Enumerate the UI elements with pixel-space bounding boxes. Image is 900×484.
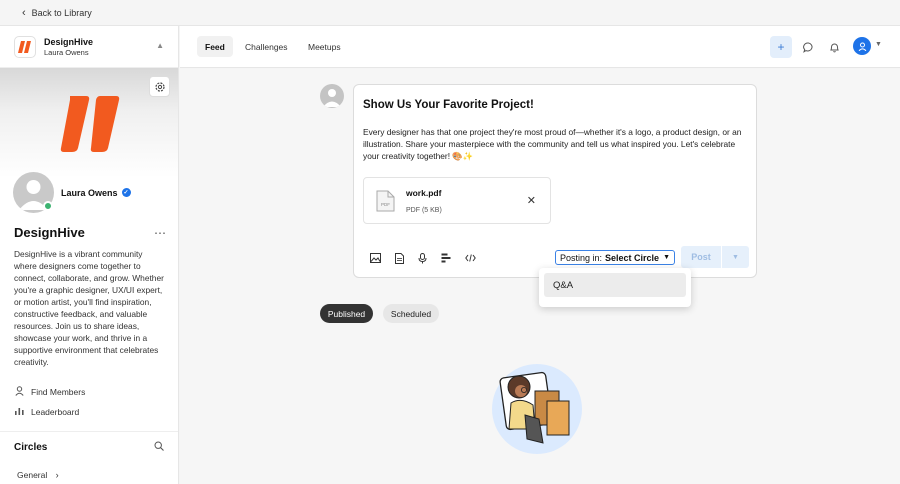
image-icon[interactable] xyxy=(368,251,382,265)
community-switcher[interactable]: DesignHive Laura Owens ▲ xyxy=(0,26,178,68)
sidebar: DesignHive Laura Owens ▲ Laura Owens ✓ D… xyxy=(0,26,179,484)
settings-button[interactable] xyxy=(149,76,170,97)
poll-icon[interactable] xyxy=(439,251,453,265)
empty-state-illustration xyxy=(492,364,582,454)
chevron-down-icon: ▼ xyxy=(663,254,670,261)
top-header: Feed Challenges Meetups + ▼ xyxy=(180,26,900,68)
messages-button[interactable] xyxy=(797,36,819,58)
post-button[interactable]: Post xyxy=(681,246,721,268)
microphone-icon[interactable] xyxy=(415,251,429,265)
circles-title: Circles xyxy=(14,442,48,453)
search-icon[interactable] xyxy=(154,440,164,454)
back-to-library-link[interactable]: ‹ Back to Library xyxy=(0,0,900,26)
chevron-down-icon[interactable]: ▼ xyxy=(875,41,882,48)
chevron-down-icon: ▼ xyxy=(732,253,739,261)
user-icon xyxy=(858,42,866,51)
gear-icon xyxy=(154,81,165,92)
verified-icon: ✓ xyxy=(121,188,131,197)
attachment-name: work.pdf xyxy=(406,188,442,198)
profile-name: Laura Owens xyxy=(61,187,118,198)
community-title: DesignHive xyxy=(14,225,85,240)
filter-published[interactable]: Published xyxy=(320,304,373,323)
brand-name: DesignHive xyxy=(44,36,94,47)
circle-select[interactable]: Posting in: Select Circle ▼ xyxy=(555,250,675,265)
post-composer[interactable]: Show Us Your Favorite Project! Every des… xyxy=(353,84,757,278)
sidebar-item-label: Find Members xyxy=(31,387,86,397)
bell-icon xyxy=(829,43,839,52)
remove-attachment-button[interactable]: ✕ xyxy=(527,194,536,207)
circle-label: General xyxy=(17,470,48,480)
avatar xyxy=(320,84,344,108)
profile-block[interactable]: Laura Owens ✓ xyxy=(13,172,131,213)
dropdown-option-qa[interactable]: Q&A xyxy=(544,273,686,297)
chat-bubble-icon xyxy=(802,41,812,53)
chevron-left-icon: ‹ xyxy=(22,6,26,19)
svg-text:PDF: PDF xyxy=(381,202,390,207)
feed-main: Show Us Your Favorite Project! Every des… xyxy=(180,69,900,484)
tab-meetups[interactable]: Meetups xyxy=(300,36,349,57)
sidebar-item-find-members[interactable]: Find Members xyxy=(14,386,85,398)
code-icon[interactable] xyxy=(463,251,477,265)
notifications-button[interactable] xyxy=(823,36,845,58)
attachment-meta: PDF (5 KB) xyxy=(406,207,442,214)
community-description: DesignHive is a vibrant community where … xyxy=(14,249,164,367)
bar-chart-icon xyxy=(14,407,24,417)
community-logo xyxy=(60,96,120,152)
back-to-library-label: Back to Library xyxy=(31,7,92,18)
sidebar-item-label: Leaderboard xyxy=(31,407,80,417)
posting-in-prefix: Posting in: xyxy=(560,252,603,263)
attachment-card: PDF work.pdf PDF (5 KB) ✕ xyxy=(363,177,551,224)
posting-in-value: Select Circle xyxy=(605,252,660,263)
online-status-dot xyxy=(43,201,53,211)
more-options-icon[interactable]: ⋯ xyxy=(154,226,167,240)
brand-user: Laura Owens xyxy=(44,47,89,57)
person-icon xyxy=(14,386,24,398)
chevron-right-icon: › xyxy=(55,470,59,480)
document-icon[interactable] xyxy=(392,251,406,265)
community-cover xyxy=(0,68,178,178)
filter-scheduled[interactable]: Scheduled xyxy=(383,304,439,323)
post-title[interactable]: Show Us Your Favorite Project! xyxy=(363,99,534,111)
post-options-button[interactable]: ▼ xyxy=(722,246,749,268)
plus-icon: + xyxy=(777,40,785,54)
sidebar-item-leaderboard[interactable]: Leaderboard xyxy=(14,407,79,417)
tab-challenges[interactable]: Challenges xyxy=(237,36,296,57)
post-body[interactable]: Every designer has that one project they… xyxy=(363,126,751,162)
tab-feed[interactable]: Feed xyxy=(197,36,233,57)
pdf-file-icon: PDF xyxy=(376,190,395,212)
sidebar-item-general[interactable]: General › xyxy=(17,470,59,480)
circle-dropdown-menu: Q&A xyxy=(539,268,691,307)
create-button[interactable]: + xyxy=(770,36,792,58)
user-menu-avatar[interactable] xyxy=(853,37,871,55)
chevron-up-icon[interactable]: ▲ xyxy=(156,41,164,50)
divider xyxy=(0,431,178,432)
brand-logo-icon xyxy=(14,35,36,58)
